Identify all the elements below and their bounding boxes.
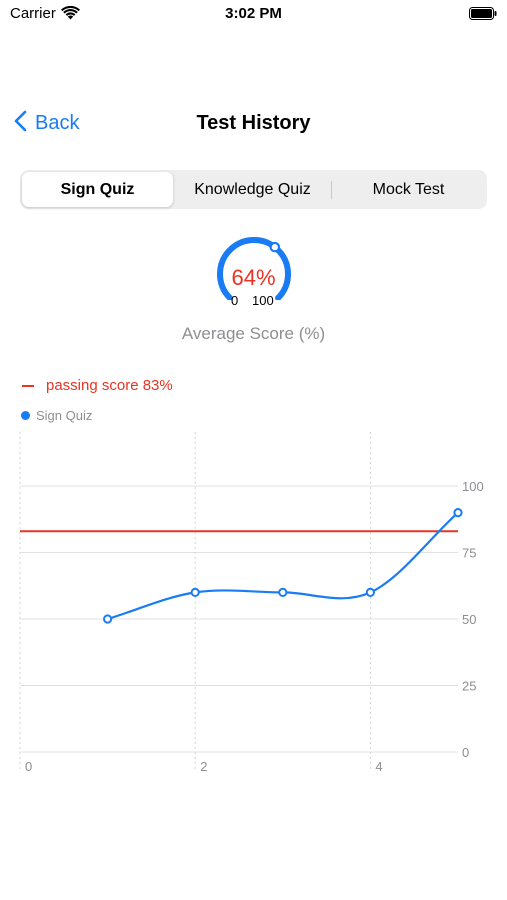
data-point bbox=[278, 587, 288, 598]
y-tick-label: 100 bbox=[462, 479, 484, 494]
y-tick-label: 50 bbox=[462, 612, 476, 627]
y-tick-label: 75 bbox=[462, 546, 476, 561]
y-tick-label: 25 bbox=[462, 679, 476, 694]
y-tick-label: 0 bbox=[462, 745, 469, 760]
data-point bbox=[365, 587, 375, 598]
data-point bbox=[103, 614, 113, 624]
score-history-chart: 0 25 50 75 100 0 2 4 bbox=[19, 432, 484, 774]
series-line-sign-quiz bbox=[107, 511, 459, 621]
x-tick-label: 4 bbox=[375, 759, 382, 774]
data-point bbox=[190, 587, 200, 598]
x-tick-label: 2 bbox=[200, 759, 207, 774]
x-tick-label: 0 bbox=[25, 759, 32, 774]
data-point bbox=[453, 507, 463, 518]
